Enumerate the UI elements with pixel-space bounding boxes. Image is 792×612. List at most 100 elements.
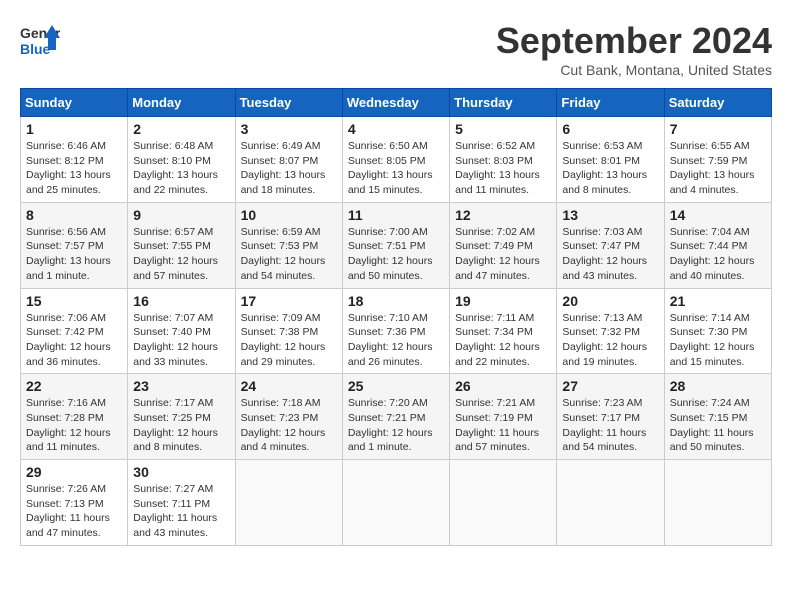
day-number: 23 xyxy=(133,378,229,394)
calendar-cell xyxy=(664,460,771,546)
day-number: 2 xyxy=(133,121,229,137)
calendar-week-row: 29 Sunrise: 7:26 AM Sunset: 7:13 PM Dayl… xyxy=(21,460,772,546)
day-info: Sunrise: 6:46 AM Sunset: 8:12 PM Dayligh… xyxy=(26,139,122,198)
calendar-cell: 24 Sunrise: 7:18 AM Sunset: 7:23 PM Dayl… xyxy=(235,374,342,460)
col-saturday: Saturday xyxy=(664,89,771,117)
calendar-week-row: 8 Sunrise: 6:56 AM Sunset: 7:57 PM Dayli… xyxy=(21,202,772,288)
svg-text:Blue: Blue xyxy=(20,41,51,57)
day-info: Sunrise: 7:13 AM Sunset: 7:32 PM Dayligh… xyxy=(562,311,658,370)
day-info: Sunrise: 7:27 AM Sunset: 7:11 PM Dayligh… xyxy=(133,482,229,541)
calendar-cell: 6 Sunrise: 6:53 AM Sunset: 8:01 PM Dayli… xyxy=(557,117,664,203)
day-number: 13 xyxy=(562,207,658,223)
day-info: Sunrise: 6:57 AM Sunset: 7:55 PM Dayligh… xyxy=(133,225,229,284)
month-title: September 2024 xyxy=(496,20,772,62)
day-number: 27 xyxy=(562,378,658,394)
calendar-cell: 18 Sunrise: 7:10 AM Sunset: 7:36 PM Dayl… xyxy=(342,288,449,374)
day-info: Sunrise: 7:10 AM Sunset: 7:36 PM Dayligh… xyxy=(348,311,444,370)
day-number: 12 xyxy=(455,207,551,223)
day-number: 18 xyxy=(348,293,444,309)
day-info: Sunrise: 7:06 AM Sunset: 7:42 PM Dayligh… xyxy=(26,311,122,370)
calendar-cell: 28 Sunrise: 7:24 AM Sunset: 7:15 PM Dayl… xyxy=(664,374,771,460)
calendar-cell xyxy=(450,460,557,546)
calendar-header-row: Sunday Monday Tuesday Wednesday Thursday… xyxy=(21,89,772,117)
day-info: Sunrise: 7:24 AM Sunset: 7:15 PM Dayligh… xyxy=(670,396,766,455)
day-info: Sunrise: 7:07 AM Sunset: 7:40 PM Dayligh… xyxy=(133,311,229,370)
col-tuesday: Tuesday xyxy=(235,89,342,117)
day-number: 24 xyxy=(241,378,337,394)
day-info: Sunrise: 7:02 AM Sunset: 7:49 PM Dayligh… xyxy=(455,225,551,284)
col-thursday: Thursday xyxy=(450,89,557,117)
day-info: Sunrise: 7:04 AM Sunset: 7:44 PM Dayligh… xyxy=(670,225,766,284)
day-number: 19 xyxy=(455,293,551,309)
day-info: Sunrise: 7:20 AM Sunset: 7:21 PM Dayligh… xyxy=(348,396,444,455)
col-monday: Monday xyxy=(128,89,235,117)
calendar-cell: 2 Sunrise: 6:48 AM Sunset: 8:10 PM Dayli… xyxy=(128,117,235,203)
calendar-cell: 26 Sunrise: 7:21 AM Sunset: 7:19 PM Dayl… xyxy=(450,374,557,460)
day-number: 29 xyxy=(26,464,122,480)
title-area: September 2024 Cut Bank, Montana, United… xyxy=(496,20,772,78)
day-info: Sunrise: 7:18 AM Sunset: 7:23 PM Dayligh… xyxy=(241,396,337,455)
calendar-cell: 1 Sunrise: 6:46 AM Sunset: 8:12 PM Dayli… xyxy=(21,117,128,203)
day-number: 10 xyxy=(241,207,337,223)
day-number: 22 xyxy=(26,378,122,394)
calendar-week-row: 22 Sunrise: 7:16 AM Sunset: 7:28 PM Dayl… xyxy=(21,374,772,460)
day-info: Sunrise: 6:52 AM Sunset: 8:03 PM Dayligh… xyxy=(455,139,551,198)
calendar-cell: 22 Sunrise: 7:16 AM Sunset: 7:28 PM Dayl… xyxy=(21,374,128,460)
day-info: Sunrise: 6:53 AM Sunset: 8:01 PM Dayligh… xyxy=(562,139,658,198)
col-sunday: Sunday xyxy=(21,89,128,117)
calendar-cell xyxy=(557,460,664,546)
day-number: 30 xyxy=(133,464,229,480)
day-info: Sunrise: 7:14 AM Sunset: 7:30 PM Dayligh… xyxy=(670,311,766,370)
day-number: 25 xyxy=(348,378,444,394)
day-number: 4 xyxy=(348,121,444,137)
day-number: 1 xyxy=(26,121,122,137)
day-info: Sunrise: 7:17 AM Sunset: 7:25 PM Dayligh… xyxy=(133,396,229,455)
day-number: 28 xyxy=(670,378,766,394)
calendar-cell: 16 Sunrise: 7:07 AM Sunset: 7:40 PM Dayl… xyxy=(128,288,235,374)
day-info: Sunrise: 6:55 AM Sunset: 7:59 PM Dayligh… xyxy=(670,139,766,198)
col-wednesday: Wednesday xyxy=(342,89,449,117)
calendar-cell: 13 Sunrise: 7:03 AM Sunset: 7:47 PM Dayl… xyxy=(557,202,664,288)
calendar-cell: 9 Sunrise: 6:57 AM Sunset: 7:55 PM Dayli… xyxy=(128,202,235,288)
day-number: 20 xyxy=(562,293,658,309)
day-info: Sunrise: 7:11 AM Sunset: 7:34 PM Dayligh… xyxy=(455,311,551,370)
calendar-cell: 20 Sunrise: 7:13 AM Sunset: 7:32 PM Dayl… xyxy=(557,288,664,374)
location: Cut Bank, Montana, United States xyxy=(496,62,772,78)
day-info: Sunrise: 6:49 AM Sunset: 8:07 PM Dayligh… xyxy=(241,139,337,198)
calendar-week-row: 1 Sunrise: 6:46 AM Sunset: 8:12 PM Dayli… xyxy=(21,117,772,203)
calendar-body: 1 Sunrise: 6:46 AM Sunset: 8:12 PM Dayli… xyxy=(21,117,772,546)
logo-icon: General Blue xyxy=(20,20,60,60)
day-number: 14 xyxy=(670,207,766,223)
col-friday: Friday xyxy=(557,89,664,117)
day-info: Sunrise: 7:03 AM Sunset: 7:47 PM Dayligh… xyxy=(562,225,658,284)
calendar-cell: 27 Sunrise: 7:23 AM Sunset: 7:17 PM Dayl… xyxy=(557,374,664,460)
calendar-cell: 11 Sunrise: 7:00 AM Sunset: 7:51 PM Dayl… xyxy=(342,202,449,288)
calendar-cell: 25 Sunrise: 7:20 AM Sunset: 7:21 PM Dayl… xyxy=(342,374,449,460)
calendar-cell: 5 Sunrise: 6:52 AM Sunset: 8:03 PM Dayli… xyxy=(450,117,557,203)
calendar-cell: 17 Sunrise: 7:09 AM Sunset: 7:38 PM Dayl… xyxy=(235,288,342,374)
calendar-cell: 10 Sunrise: 6:59 AM Sunset: 7:53 PM Dayl… xyxy=(235,202,342,288)
calendar-cell: 21 Sunrise: 7:14 AM Sunset: 7:30 PM Dayl… xyxy=(664,288,771,374)
calendar-cell: 7 Sunrise: 6:55 AM Sunset: 7:59 PM Dayli… xyxy=(664,117,771,203)
day-info: Sunrise: 6:59 AM Sunset: 7:53 PM Dayligh… xyxy=(241,225,337,284)
day-info: Sunrise: 6:50 AM Sunset: 8:05 PM Dayligh… xyxy=(348,139,444,198)
day-number: 8 xyxy=(26,207,122,223)
calendar-table: Sunday Monday Tuesday Wednesday Thursday… xyxy=(20,88,772,546)
logo: General Blue xyxy=(20,20,60,60)
calendar-cell xyxy=(342,460,449,546)
calendar-cell: 23 Sunrise: 7:17 AM Sunset: 7:25 PM Dayl… xyxy=(128,374,235,460)
day-info: Sunrise: 7:16 AM Sunset: 7:28 PM Dayligh… xyxy=(26,396,122,455)
day-info: Sunrise: 7:26 AM Sunset: 7:13 PM Dayligh… xyxy=(26,482,122,541)
day-info: Sunrise: 7:21 AM Sunset: 7:19 PM Dayligh… xyxy=(455,396,551,455)
calendar-cell xyxy=(235,460,342,546)
calendar-cell: 8 Sunrise: 6:56 AM Sunset: 7:57 PM Dayli… xyxy=(21,202,128,288)
page-header: General Blue September 2024 Cut Bank, Mo… xyxy=(20,20,772,78)
calendar-cell: 4 Sunrise: 6:50 AM Sunset: 8:05 PM Dayli… xyxy=(342,117,449,203)
day-info: Sunrise: 7:00 AM Sunset: 7:51 PM Dayligh… xyxy=(348,225,444,284)
day-number: 3 xyxy=(241,121,337,137)
calendar-week-row: 15 Sunrise: 7:06 AM Sunset: 7:42 PM Dayl… xyxy=(21,288,772,374)
day-number: 17 xyxy=(241,293,337,309)
day-number: 21 xyxy=(670,293,766,309)
day-info: Sunrise: 7:23 AM Sunset: 7:17 PM Dayligh… xyxy=(562,396,658,455)
calendar-cell: 30 Sunrise: 7:27 AM Sunset: 7:11 PM Dayl… xyxy=(128,460,235,546)
